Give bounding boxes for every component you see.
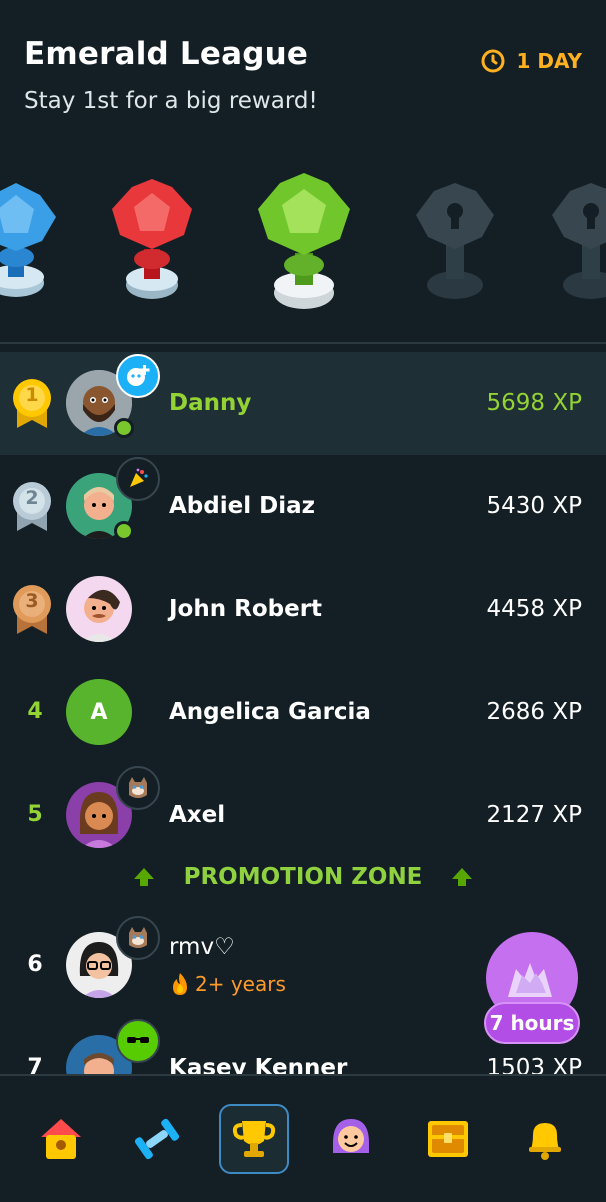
cat-icon: [129, 927, 147, 948]
rank-number: 6: [27, 952, 43, 977]
nav-leagues[interactable]: [219, 1104, 289, 1174]
nav-notifications[interactable]: [510, 1104, 580, 1174]
xp-boost-icon: [508, 963, 552, 997]
home-icon: [41, 1119, 81, 1159]
arrow-up-icon: [452, 868, 473, 886]
avatar-initial: A: [90, 699, 108, 725]
ruby-trophy-icon: [112, 179, 192, 299]
party-popper-badge[interactable]: [116, 457, 160, 501]
locked-trophy-icon: [552, 183, 606, 299]
avatar[interactable]: A: [66, 679, 132, 745]
leaderboard-name: Abdiel Diaz: [169, 493, 315, 519]
page-subtitle: Stay 1st for a big reward!: [24, 88, 318, 114]
promotion-zone-divider: PROMOTION ZONE: [0, 864, 606, 890]
streak-label: 2+ years: [195, 972, 286, 996]
avatar[interactable]: [66, 576, 132, 642]
leaderboard-name: Danny: [169, 390, 252, 416]
timer-label: 1 DAY: [516, 49, 582, 73]
cat-badge[interactable]: [116, 766, 160, 810]
nav-shop[interactable]: [413, 1104, 483, 1174]
leaderboard-xp: 5698 XP: [486, 390, 582, 416]
leaderboard-name: Kasey Kenner: [169, 1055, 348, 1076]
avatar[interactable]: [66, 1019, 160, 1076]
locked-trophy-icon: [416, 183, 494, 299]
league-trophies[interactable]: [0, 165, 606, 315]
league-header: Emerald League Stay 1st for a big reward…: [24, 36, 582, 114]
sunglasses-icon: [127, 1037, 149, 1043]
party-popper-icon: [130, 468, 148, 487]
leaderboard-name: Angelica Garcia: [169, 699, 371, 725]
leaderboard-xp: 1503 XP: [486, 1055, 582, 1076]
avatar[interactable]: [66, 916, 160, 998]
rank-number: 4: [27, 699, 43, 724]
rank-number: 1: [25, 384, 39, 406]
xp-boost-timer[interactable]: 7 hours: [484, 1002, 580, 1044]
nav-profile[interactable]: [316, 1104, 386, 1174]
leaderboard-row[interactable]: 4 A Angelica Garcia 2686 XP: [0, 661, 606, 764]
nav-home[interactable]: [26, 1104, 96, 1174]
avatar[interactable]: [66, 766, 160, 848]
online-indicator: [114, 521, 134, 541]
bell-icon: [529, 1123, 561, 1160]
streak-indicator: 2+ years: [169, 972, 286, 996]
add-friend-icon: [127, 365, 150, 386]
avatar[interactable]: [66, 354, 160, 438]
trophy-icon: [232, 1121, 276, 1157]
leaderboard-xp: 4458 XP: [486, 596, 582, 622]
nav-practice[interactable]: [122, 1104, 192, 1174]
chest-icon: [428, 1121, 468, 1157]
promotion-zone-label: PROMOTION ZONE: [183, 864, 423, 890]
leaderboard-xp: 2686 XP: [486, 699, 582, 725]
online-indicator: [114, 418, 134, 438]
sapphire-trophy-icon: [0, 183, 56, 297]
leaderboard-xp: 2127 XP: [486, 802, 582, 828]
leaderboard-name: rmv♡: [169, 934, 235, 960]
rank-number: 7: [27, 1055, 43, 1076]
sunglasses-badge[interactable]: [116, 1019, 160, 1063]
avatar-illustration: [66, 576, 132, 642]
league-timer: 1 DAY: [480, 48, 582, 74]
avatar[interactable]: [66, 457, 160, 541]
profile-icon: [333, 1119, 369, 1153]
emerald-trophy-icon: [258, 173, 350, 309]
cat-badge[interactable]: [116, 916, 160, 960]
arrow-up-icon: [133, 868, 154, 886]
leaderboard-row[interactable]: 2 Abdiel Diaz 5430 XP: [0, 455, 606, 558]
leaderboard-row[interactable]: 5 Axel 2127 XP: [0, 764, 606, 867]
clock-icon: [481, 49, 505, 73]
rank-number: 3: [25, 590, 39, 612]
fire-icon: [173, 973, 187, 995]
rank-number: 2: [25, 487, 39, 509]
rank-number: 5: [27, 802, 43, 827]
dumbbell-icon: [134, 1118, 180, 1160]
leaderboard-xp: 5430 XP: [486, 493, 582, 519]
leaderboard-row[interactable]: 3 John Robert 4458 XP: [0, 558, 606, 661]
leaderboard-name: John Robert: [169, 596, 323, 622]
cat-icon: [129, 777, 147, 798]
bottom-navigation: [0, 1074, 606, 1202]
leaderboard-row[interactable]: 1 Danny 5698 XP: [0, 352, 606, 455]
leaderboard-name: Axel: [169, 802, 226, 828]
add-friend-badge[interactable]: [116, 354, 160, 398]
